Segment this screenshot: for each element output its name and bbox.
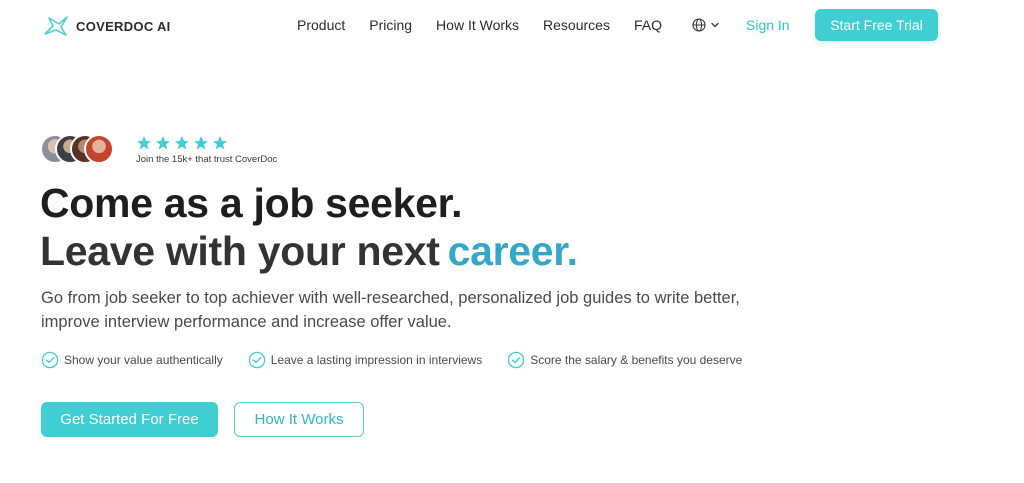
nav-resources[interactable]: Resources: [543, 17, 610, 33]
feature-item: Show your value authentically: [41, 351, 223, 369]
feature-label: Leave a lasting impression in interviews: [270, 353, 483, 367]
avatar-group: [40, 134, 114, 166]
trust-text: Join the 15k+ that trust CoverDoc: [136, 154, 278, 165]
star-icon: [137, 136, 151, 150]
check-circle-icon: [507, 351, 525, 369]
chevron-down-icon: [711, 22, 719, 28]
brand-logo[interactable]: COVERDOC AI: [42, 12, 171, 40]
how-it-works-button[interactable]: How It Works: [234, 402, 364, 437]
rating-stars: [136, 135, 277, 151]
main-menu: Product Pricing How It Works Resources F…: [297, 17, 720, 33]
brand-name: COVERDOC AI: [76, 18, 171, 34]
feature-label: Show your value authentically: [64, 353, 223, 367]
feature-item: Leave a lasting impression in interviews: [248, 351, 482, 369]
hero-subtitle: Go from job seeker to top achiever with …: [41, 289, 740, 331]
feature-label: Score the salary & benefits you deserve: [530, 353, 743, 367]
top-nav: COVERDOC AI Product Pricing How It Works…: [0, 0, 1024, 50]
check-circle-icon: [248, 351, 266, 369]
get-started-button[interactable]: Get Started For Free: [41, 402, 218, 437]
headline-line-1: Come as a job seeker.: [40, 180, 463, 226]
star-icon: [194, 136, 208, 150]
globe-icon: [692, 18, 706, 32]
feature-item: Score the salary & benefits you deserve: [507, 351, 742, 369]
headline-line-2: Leave with your next career.: [40, 228, 578, 274]
star-icon: [213, 136, 227, 150]
check-circle-icon: [41, 351, 59, 369]
nav-faq[interactable]: FAQ: [634, 17, 662, 33]
headline-accent: career.: [447, 228, 578, 274]
star-icon: [175, 136, 189, 150]
social-proof: Join the 15k+ that trust CoverDoc: [40, 134, 277, 166]
headline-line-2-text: Leave with your next: [40, 228, 440, 274]
feature-list: Show your value authentically Leave a la…: [41, 351, 767, 369]
sign-in-link[interactable]: Sign In: [746, 17, 790, 33]
logo-icon: [44, 16, 68, 36]
avatar: [84, 134, 114, 164]
nav-how-it-works[interactable]: How It Works: [436, 17, 519, 33]
star-icon: [156, 136, 170, 150]
language-selector[interactable]: [692, 18, 720, 32]
start-free-trial-button[interactable]: Start Free Trial: [815, 9, 938, 41]
nav-product[interactable]: Product: [297, 17, 345, 33]
nav-pricing[interactable]: Pricing: [369, 17, 412, 33]
